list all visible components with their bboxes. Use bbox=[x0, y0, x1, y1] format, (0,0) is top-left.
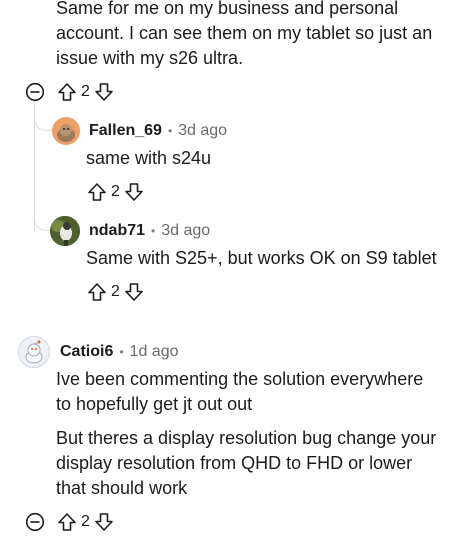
comment-body: Ive been commenting the solution everywh… bbox=[56, 369, 424, 414]
vote-count: 2 bbox=[81, 83, 90, 100]
snoo-avatar-icon bbox=[25, 340, 43, 364]
timestamp: 3d ago bbox=[161, 222, 211, 239]
comment-actions: 2 bbox=[24, 510, 115, 534]
downvote-arrow-icon bbox=[95, 513, 113, 531]
collapse-icon bbox=[25, 512, 45, 532]
vote-count: 2 bbox=[81, 513, 90, 530]
separator-dot: • bbox=[167, 124, 173, 138]
username[interactable]: ndab71 bbox=[89, 222, 145, 240]
upvote-arrow-icon bbox=[58, 513, 76, 531]
downvote-button[interactable] bbox=[123, 180, 145, 204]
comment-meta: Fallen_69 • 3d ago bbox=[89, 119, 227, 143]
comment-meta: ndab71 • 3d ago bbox=[89, 219, 210, 243]
separator-dot: • bbox=[151, 224, 156, 238]
downvote-arrow-icon bbox=[95, 83, 113, 101]
comment-actions: 2 bbox=[24, 80, 115, 104]
avatar[interactable] bbox=[18, 336, 50, 368]
downvote-button[interactable] bbox=[93, 510, 115, 534]
collapse-icon bbox=[25, 82, 45, 102]
downvote-arrow-icon bbox=[125, 183, 143, 201]
upvote-button[interactable] bbox=[86, 180, 108, 204]
comment-actions: 2 bbox=[86, 280, 145, 304]
separator-dot: • bbox=[119, 345, 124, 359]
upvote-button[interactable] bbox=[86, 280, 108, 304]
timestamp: 1d ago bbox=[129, 343, 179, 360]
timestamp: 3d ago bbox=[178, 122, 228, 139]
upvote-button[interactable] bbox=[56, 80, 78, 104]
collapse-thread-button[interactable] bbox=[24, 80, 46, 104]
comment-body: same with s24u bbox=[86, 148, 212, 168]
avatar[interactable] bbox=[52, 117, 80, 145]
thread-branch bbox=[34, 113, 52, 131]
vote-count: 2 bbox=[111, 183, 120, 200]
upvote-button[interactable] bbox=[56, 510, 78, 534]
username[interactable]: Catioi6 bbox=[60, 343, 113, 361]
snoo-avatar-icon bbox=[57, 124, 75, 142]
downvote-arrow-icon bbox=[125, 283, 143, 301]
username[interactable]: Fallen_69 bbox=[89, 122, 162, 140]
bird-photo-avatar-icon bbox=[50, 216, 80, 246]
downvote-button[interactable] bbox=[93, 80, 115, 104]
comment-body: Same with S25+, but works OK on S9 table… bbox=[86, 248, 437, 268]
comment-body: But theres a display resolution bug chan… bbox=[56, 428, 437, 498]
upvote-arrow-icon bbox=[88, 283, 106, 301]
comment-actions: 2 bbox=[86, 180, 145, 204]
comment-meta: Catioi6 • 1d ago bbox=[60, 340, 178, 364]
downvote-button[interactable] bbox=[123, 280, 145, 304]
upvote-arrow-icon bbox=[58, 83, 76, 101]
vote-count: 2 bbox=[111, 283, 120, 300]
comment-body: Same for me on my business and personal … bbox=[56, 0, 433, 68]
avatar[interactable] bbox=[50, 216, 80, 246]
upvote-arrow-icon bbox=[88, 183, 106, 201]
collapse-thread-button[interactable] bbox=[24, 510, 46, 534]
